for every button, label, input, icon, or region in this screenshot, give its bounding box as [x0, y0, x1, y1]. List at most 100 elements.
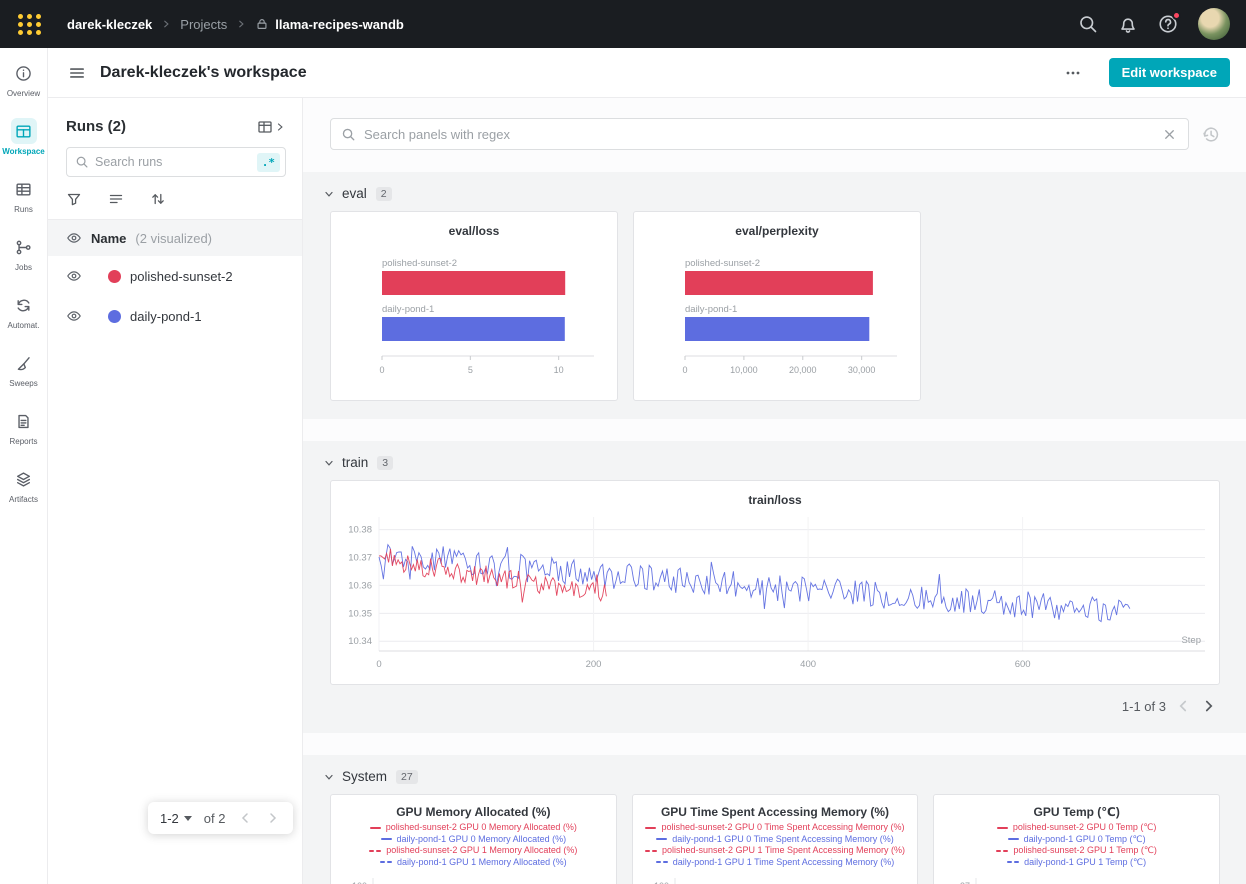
- workspace-title: Darek-kleczek's workspace: [100, 64, 307, 82]
- rail-item-automations[interactable]: Automat.: [1, 292, 47, 331]
- legend-label: daily-pond-1 GPU 0 Time Spent Accessing …: [672, 834, 894, 846]
- rail-item-jobs[interactable]: Jobs: [1, 234, 47, 273]
- svg-text:Step: Step: [1181, 635, 1201, 646]
- legend-item[interactable]: daily-pond-1 GPU 0 Temp (℃): [944, 834, 1209, 846]
- eye-icon[interactable]: [66, 230, 82, 246]
- legend-label: polished-sunset-2 GPU 0 Temp (℃): [1013, 822, 1157, 834]
- history-icon[interactable]: [1201, 124, 1221, 144]
- section-system: System 27 GPU Memory Allocated (%) polis…: [303, 755, 1246, 884]
- workspace-icon: [11, 118, 37, 144]
- rail-item-runs[interactable]: Runs: [1, 176, 47, 215]
- rail-item-sweeps[interactable]: Sweeps: [1, 350, 47, 389]
- svg-text:10.35: 10.35: [348, 608, 372, 619]
- runs-pagination: 1-2 of 2: [148, 802, 293, 834]
- prev-page-button[interactable]: [1174, 697, 1192, 715]
- reports-document-icon: [11, 408, 37, 434]
- search-icon[interactable]: [1078, 14, 1098, 34]
- more-options-button[interactable]: [1063, 64, 1085, 82]
- legend-item[interactable]: polished-sunset-2 GPU 1 Temp (℃): [944, 845, 1209, 857]
- main-content: eval 2 eval/loss polished-sunset-2daily-…: [303, 98, 1246, 884]
- legend-item[interactable]: daily-pond-1 GPU 0 Memory Allocated (%): [341, 834, 606, 846]
- legend-item[interactable]: polished-sunset-2 GPU 0 Temp (℃): [944, 822, 1209, 834]
- table-icon: [257, 119, 273, 135]
- legend-item[interactable]: daily-pond-1 GPU 1 Time Spent Accessing …: [643, 857, 908, 869]
- eval-perplexity-chart: polished-sunset-2daily-pond-1010,00020,0…: [634, 244, 920, 380]
- legend-item[interactable]: polished-sunset-2 GPU 1 Memory Allocated…: [341, 845, 606, 857]
- prev-page-button[interactable]: [237, 810, 253, 826]
- breadcrumb-projects[interactable]: Projects: [180, 17, 227, 32]
- run-name[interactable]: daily-pond-1: [130, 309, 202, 324]
- panel-eval-perplexity[interactable]: eval/perplexity polished-sunset-2daily-p…: [633, 211, 921, 401]
- filter-button[interactable]: [66, 191, 82, 207]
- section-eval-header[interactable]: eval 2: [317, 184, 1220, 211]
- jobs-fork-icon: [11, 234, 37, 260]
- legend-item[interactable]: polished-sunset-2 GPU 0 Memory Allocated…: [341, 822, 606, 834]
- eye-icon[interactable]: [66, 268, 82, 284]
- rail-item-reports[interactable]: Reports: [1, 408, 47, 447]
- run-color-dot[interactable]: [108, 310, 121, 323]
- page-size-selector[interactable]: 1-2: [160, 811, 192, 826]
- legend-item[interactable]: daily-pond-1 GPU 0 Time Spent Accessing …: [643, 834, 908, 846]
- legend-label: daily-pond-1 GPU 0 Temp (℃): [1024, 834, 1146, 846]
- hamburger-menu-icon[interactable]: [68, 64, 86, 82]
- legend-item[interactable]: polished-sunset-2 GPU 0 Time Spent Acces…: [643, 822, 908, 834]
- panel-gpu-time-accessing-memory[interactable]: GPU Time Spent Accessing Memory (%) poli…: [632, 794, 919, 884]
- legend-line-icon: [656, 861, 668, 863]
- chart-title: GPU Memory Allocated (%): [331, 805, 616, 819]
- run-row[interactable]: daily-pond-1: [48, 296, 302, 336]
- rail-label: Workspace: [2, 147, 45, 157]
- panel-gpu-temp[interactable]: GPU Temp (℃) polished-sunset-2 GPU 0 Tem…: [933, 794, 1220, 884]
- regex-toggle-button[interactable]: .*: [257, 153, 280, 172]
- rail-item-workspace[interactable]: Workspace: [1, 118, 47, 157]
- legend-item[interactable]: polished-sunset-2 GPU 1 Time Spent Acces…: [643, 845, 908, 857]
- chart-legend: polished-sunset-2 GPU 0 Temp (℃)daily-po…: [944, 822, 1209, 868]
- next-page-button[interactable]: [1200, 697, 1218, 715]
- user-avatar[interactable]: [1198, 8, 1230, 40]
- svg-text:0: 0: [682, 365, 687, 375]
- legend-line-icon: [370, 827, 381, 829]
- run-row[interactable]: polished-sunset-2: [48, 256, 302, 296]
- wandb-logo-icon[interactable]: [18, 14, 41, 35]
- legend-line-icon: [997, 827, 1008, 829]
- runs-search-input[interactable]: [95, 155, 251, 169]
- panel-gpu-memory-allocated[interactable]: GPU Memory Allocated (%) polished-sunset…: [330, 794, 617, 884]
- legend-line-icon: [645, 850, 657, 852]
- run-name[interactable]: polished-sunset-2: [130, 269, 233, 284]
- search-icon: [341, 127, 356, 142]
- panel-search-input[interactable]: [364, 127, 1154, 142]
- section-train-header[interactable]: train 3: [317, 453, 1220, 480]
- help-icon[interactable]: [1158, 14, 1178, 34]
- legend-item[interactable]: daily-pond-1 GPU 1 Temp (℃): [944, 857, 1209, 869]
- page-total: of 2: [204, 811, 226, 826]
- svg-text:daily-pond-1: daily-pond-1: [685, 304, 737, 315]
- next-page-button[interactable]: [265, 810, 281, 826]
- legend-label: polished-sunset-2 GPU 1 Time Spent Acces…: [662, 845, 905, 857]
- notifications-bell-icon[interactable]: [1118, 14, 1138, 34]
- page-range: 1-2: [160, 811, 179, 826]
- chart-title: GPU Time Spent Accessing Memory (%): [633, 805, 918, 819]
- notification-dot: [1172, 11, 1181, 20]
- rail-item-overview[interactable]: Overview: [1, 60, 47, 99]
- run-color-dot[interactable]: [108, 270, 121, 283]
- runs-toolbar: [48, 177, 302, 219]
- runs-panel: Runs (2) .* Name (2 visualized) polished…: [48, 98, 303, 884]
- svg-text:0: 0: [376, 659, 381, 670]
- breadcrumb-project[interactable]: llama-recipes-wandb: [275, 17, 404, 32]
- edit-workspace-button[interactable]: Edit workspace: [1109, 58, 1230, 87]
- panel-train-loss[interactable]: train/loss 10.3410.3510.3610.3710.380200…: [330, 480, 1220, 685]
- sort-button[interactable]: [150, 191, 166, 207]
- clear-search-icon[interactable]: [1162, 126, 1178, 142]
- expand-runs-table-button[interactable]: [257, 119, 286, 135]
- runs-table-header[interactable]: Name (2 visualized): [48, 219, 302, 256]
- panel-eval-loss[interactable]: eval/loss polished-sunset-2daily-pond-10…: [330, 211, 618, 401]
- gpu-time-chart: 100: [637, 872, 918, 884]
- group-button[interactable]: [108, 191, 124, 207]
- legend-line-icon: [996, 850, 1008, 852]
- legend-item[interactable]: daily-pond-1 GPU 1 Memory Allocated (%): [341, 857, 606, 869]
- section-system-header[interactable]: System 27: [317, 767, 1220, 794]
- chevron-down-icon: [323, 457, 335, 469]
- section-count-badge: 3: [377, 456, 393, 470]
- eye-icon[interactable]: [66, 308, 82, 324]
- rail-item-artifacts[interactable]: Artifacts: [1, 466, 47, 505]
- breadcrumb-user[interactable]: darek-kleczek: [67, 17, 152, 32]
